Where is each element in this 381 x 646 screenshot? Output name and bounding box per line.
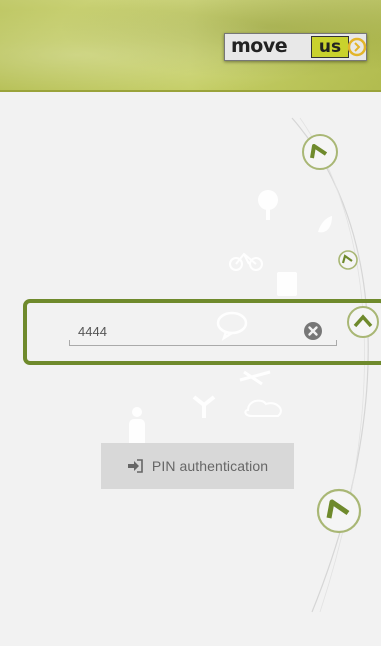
circle-arrow-icon — [338, 250, 358, 270]
moveus-logo: move us — [224, 33, 367, 61]
background-decoration — [129, 117, 379, 613]
clear-circle-icon[interactable] — [303, 321, 323, 341]
circle-arrow-icon — [302, 134, 338, 170]
tree-icon — [258, 190, 278, 220]
bicycle-icon — [239, 370, 271, 386]
logo-word-us: us — [311, 36, 349, 58]
sign-in-arrow-icon — [127, 459, 143, 473]
pin-authentication-button[interactable]: PIN authentication — [101, 443, 294, 489]
circle-arrow-icon — [316, 488, 362, 534]
logo-word-move: move — [231, 35, 288, 57]
bicycle-icon — [229, 252, 263, 271]
header-divider — [0, 90, 381, 92]
leaf-icon — [318, 216, 332, 233]
bin-icon — [277, 272, 297, 296]
fork-arrow-icon — [192, 395, 216, 418]
pin-authentication-label: PIN authentication — [151, 458, 269, 474]
pin-input-underline — [69, 340, 337, 346]
cloud-icon — [244, 399, 282, 417]
app-header: move us — [0, 0, 381, 92]
decorative-arc — [291, 117, 369, 613]
logo-ring-icon — [347, 37, 367, 57]
